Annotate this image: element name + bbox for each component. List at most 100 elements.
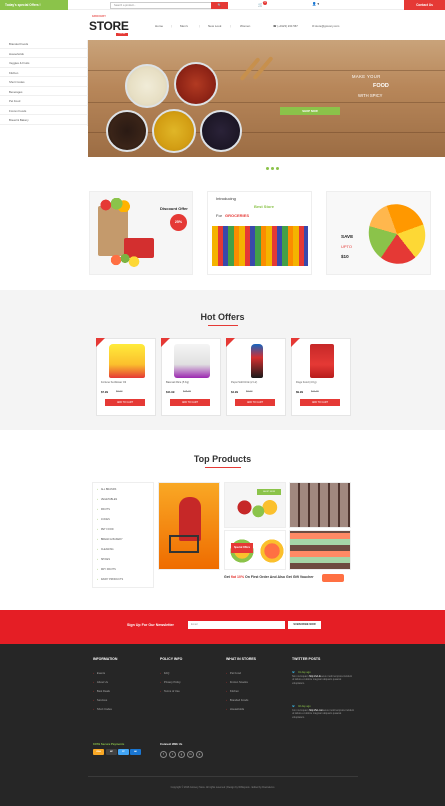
category-item-spices[interactable]: › SPICES <box>97 558 110 561</box>
pinterest-icon[interactable]: p <box>196 751 203 758</box>
footer-link-faq[interactable]: › FAQ <box>160 672 169 675</box>
twitter-icon[interactable]: t <box>169 751 176 758</box>
add-to-cart-button[interactable]: ADD TO CART <box>235 399 275 406</box>
intro-text: Introducing <box>216 196 236 201</box>
add-to-cart-button[interactable]: ADD TO CART <box>170 399 210 406</box>
spices-image[interactable]: SHOP NOW <box>224 482 286 528</box>
discount-offer-title: Discount Offer <box>160 206 188 211</box>
footer-link-services[interactable]: › Services <box>93 699 107 702</box>
footer-information-title: INFORMATION <box>93 657 118 661</box>
product-card-basmati-rice[interactable]: Basmati Rice (5 Kg) $11.99 $15.00 ADD TO… <box>161 338 221 416</box>
produce-market-image[interactable] <box>289 530 351 570</box>
save-upto-card[interactable]: SAVE UPTO $10 <box>326 191 431 275</box>
title-underline <box>208 325 238 326</box>
for-text: For <box>216 213 222 218</box>
category-item-dry-fruits[interactable]: › DRY FRUITS <box>97 568 116 571</box>
product-name[interactable]: Fortune Sunflower Oil <box>101 381 126 384</box>
slider-dot[interactable] <box>276 167 279 170</box>
mastercard-icon: MC <box>106 749 117 755</box>
shop-now-button[interactable]: SHOP NOW <box>257 489 281 495</box>
category-item-dairy-products[interactable]: › DAIRY PRODUCTS <box>97 578 123 581</box>
footer-link-about-us[interactable]: › About Us <box>93 681 108 684</box>
sidebar-item-beverages[interactable]: Beverages <box>0 88 88 96</box>
product-price: $4.99 <box>231 390 238 394</box>
product-name[interactable]: Basmati Rice (5 Kg) <box>166 381 189 384</box>
newsletter-email-input[interactable]: Email <box>188 621 285 629</box>
sidebar-item-kitchen[interactable]: Kitchen <box>0 69 88 77</box>
product-name[interactable]: Pepsi Soft Drink (2 Ltr) <box>231 381 257 384</box>
discount-offer-card[interactable]: Discount Offer 25% <box>89 191 193 275</box>
footer-link-short-codes[interactable]: › Short Codes <box>93 708 112 711</box>
product-card-sunflower-oil[interactable]: Fortune Sunflower Oil $7.99 $9.00 ADD TO… <box>96 338 156 416</box>
footer-link-best-deals[interactable]: › Best Deals <box>93 690 110 693</box>
nav-home[interactable]: Home <box>155 24 163 28</box>
footer-link-terms[interactable]: › Terms of Use <box>160 690 180 693</box>
top-products-category-list: › ALL BRANDS › VEGETABLES › FRUITS › JUICES … <box>92 482 154 588</box>
sidebar-item-households[interactable]: Households <box>0 50 88 58</box>
vegetables-image <box>95 198 131 212</box>
sidebar-item-branded-foods[interactable]: Branded Foods <box>0 40 88 49</box>
banner-headline-3: WITH SPICY <box>358 93 383 98</box>
footer-link-households[interactable]: › Households <box>226 708 244 711</box>
product-old-price: $6.00 <box>246 390 253 393</box>
tweet-link[interactable]: http://fel.com <box>309 709 323 712</box>
nav-women[interactable]: Women <box>240 24 250 28</box>
upto-text: UPTO <box>341 244 353 249</box>
add-to-cart-button[interactable]: ADD TO CART <box>300 399 340 406</box>
paypal-icon: PP <box>118 749 129 755</box>
product-card-dog-food[interactable]: Dogs Food (4 Kg) $9.99 $11.00 ADD TO CAR… <box>291 338 351 416</box>
basmati-rice-image <box>174 344 210 378</box>
banner-shop-now-button[interactable]: SHOP NOW <box>280 107 340 115</box>
hero-banner <box>88 40 445 157</box>
nav-mens[interactable]: Men's <box>180 24 188 28</box>
special-offers-image[interactable]: Special Offers <box>224 530 286 570</box>
facebook-icon[interactable]: f <box>160 751 167 758</box>
category-item-pet-food[interactable]: › PET FOOD <box>97 528 114 531</box>
turmeric-bowl-image <box>152 109 196 153</box>
twitter-post: 🐦 02 day ago Con numquam http://fel.com e… <box>292 705 355 719</box>
footer-stores-title: WHAT IN STORES <box>226 657 257 661</box>
sidebar-item-veggies-fruits[interactable]: Veggies & Fruits <box>0 59 88 68</box>
nav-separator: | <box>230 24 231 28</box>
linkedin-icon[interactable]: in <box>187 751 194 758</box>
footer-link-privacy-policy[interactable]: › Privacy Policy <box>160 681 181 684</box>
nav-new-look[interactable]: New Look <box>208 24 221 28</box>
product-price: $11.99 <box>166 390 175 394</box>
category-item-all-brands[interactable]: › ALL BRANDS <box>97 488 116 491</box>
footer-link-events[interactable]: › Events <box>93 672 105 675</box>
user-icon[interactable]: 👤 ▾ <box>312 2 319 6</box>
sidebar-item-bread-bakery[interactable]: Bread & Bakery <box>0 116 88 125</box>
sidebar-item-pet-food[interactable]: Pet Food <box>0 97 88 106</box>
logo[interactable]: STORE <box>89 19 129 33</box>
footer-link-pet-food[interactable]: › Pet Food <box>226 672 241 675</box>
category-item-bread-bakery[interactable]: › BREAD & BAKERY <box>97 538 123 541</box>
product-name[interactable]: Dogs Food (4 Kg) <box>296 381 316 384</box>
best-store-card[interactable]: Introducing Best Store For GROCERIES <box>207 191 312 275</box>
sidebar-item-short-codes[interactable]: Short Codes <box>0 78 88 87</box>
google-plus-icon[interactable]: g <box>178 751 185 758</box>
special-offers-link[interactable]: Today's special Offers ! <box>0 0 68 10</box>
footer-link-frozen-snacks[interactable]: › Frozen Snacks <box>226 681 248 684</box>
product-card-pepsi[interactable]: Pepsi Soft Drink (2 Ltr) $4.99 $6.00 ADD… <box>226 338 286 416</box>
hot-offers-section <box>0 290 445 430</box>
add-to-cart-button[interactable]: ADD TO CART <box>105 399 145 406</box>
category-item-cleaning[interactable]: › CLEANING <box>97 548 114 551</box>
footer-link-kitchen[interactable]: › Kitchen <box>226 690 239 693</box>
slider-dot-active[interactable] <box>266 167 269 170</box>
footer-link-branded-foods[interactable]: › Branded Foods <box>226 699 248 702</box>
rice-bowl-image <box>125 64 169 108</box>
offer-ribbon <box>161 338 170 347</box>
category-item-juices[interactable]: › JUICES <box>97 518 110 521</box>
subscribe-button[interactable]: SUBSCRIBE NOW <box>288 621 321 629</box>
contact-us-button[interactable]: Contact Us <box>404 0 445 10</box>
shopping-woman-image[interactable] <box>158 482 220 570</box>
search-button[interactable]: 🔍 <box>211 1 228 9</box>
tweet-link[interactable]: http://sd.ds <box>309 675 321 678</box>
sidebar-item-frozen-foods[interactable]: Frozen Foods <box>0 107 88 115</box>
category-item-fruits[interactable]: › FRUITS <box>97 508 110 511</box>
supermarket-aisle-image[interactable] <box>289 482 351 528</box>
email-link[interactable]: ✉ store@grocery.com <box>312 24 339 28</box>
slider-dot[interactable] <box>271 167 274 170</box>
connect-title: Connect With Us <box>160 742 183 746</box>
category-item-vegetables[interactable]: › VEGETABLES <box>97 498 117 501</box>
